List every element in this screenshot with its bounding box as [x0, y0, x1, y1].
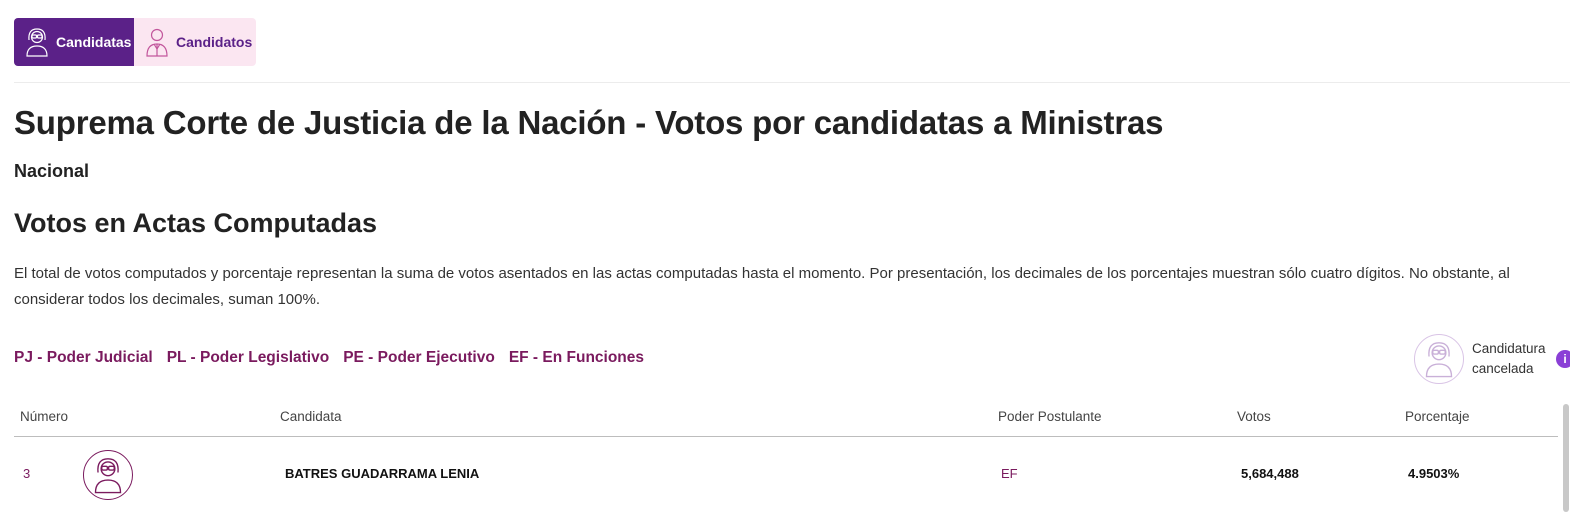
gender-tabs: Candidatas Candidatos	[14, 18, 256, 66]
header-candidata[interactable]: Candidata	[280, 409, 342, 424]
cancelled-candidate-icon	[1414, 334, 1464, 384]
page-title: Suprema Corte de Justicia de la Nación -…	[14, 104, 1164, 141]
tab-candidatos[interactable]: Candidatos	[134, 18, 256, 66]
header-votos[interactable]: Votos	[1237, 409, 1271, 424]
legend-ef: EF - En Funciones	[508, 349, 645, 366]
cancelled-line2: cancelada	[1472, 361, 1534, 376]
description-text: El total de votos computados y porcentaj…	[14, 265, 1510, 308]
tab-candidatas-label: Candidatas	[56, 34, 132, 50]
table-header: Número Candidata Poder Postulante Votos …	[14, 400, 1558, 437]
cancelled-candidacy-text: Candidatura cancelada	[1472, 339, 1546, 379]
scope-label: Nacional	[14, 161, 90, 181]
table-row: 3 BATRES GUADARRAMA LENIA EF 5,684,488 4…	[14, 437, 1558, 509]
male-candidate-icon	[146, 28, 168, 57]
legend-pl: PL - Poder Legislativo	[166, 349, 330, 366]
tab-candidatas[interactable]: Candidatas	[14, 18, 134, 66]
header-poder[interactable]: Poder Postulante	[998, 409, 1102, 424]
info-icon[interactable]: i	[1556, 350, 1570, 368]
scrollbar-thumb[interactable]	[1563, 404, 1569, 512]
header-porcentaje[interactable]: Porcentaje	[1405, 409, 1470, 424]
female-candidate-icon	[26, 28, 48, 57]
row-porcentaje: 4.9503%	[1408, 466, 1460, 481]
cancelled-candidacy-legend: Candidatura cancelada	[1414, 334, 1546, 384]
legend-pe: PE - Poder Ejecutivo	[343, 349, 495, 366]
row-numero: 3	[23, 466, 31, 481]
abbreviations-legend: PJ - Poder Judicial PL - Poder Legislati…	[14, 349, 644, 367]
header-numero[interactable]: Número	[20, 409, 68, 424]
section-title: Votos en Actas Computadas	[14, 208, 378, 238]
cancelled-line1: Candidatura	[1472, 341, 1546, 356]
row-candidata: BATRES GUADARRAMA LENIA	[285, 466, 480, 481]
row-poder: EF	[1001, 466, 1018, 481]
candidate-avatar	[83, 450, 133, 500]
tabs-divider	[14, 82, 1570, 83]
legend-pj: PJ - Poder Judicial	[14, 349, 153, 366]
row-votos: 5,684,488	[1241, 466, 1299, 481]
tab-candidatos-label: Candidatos	[176, 34, 253, 50]
